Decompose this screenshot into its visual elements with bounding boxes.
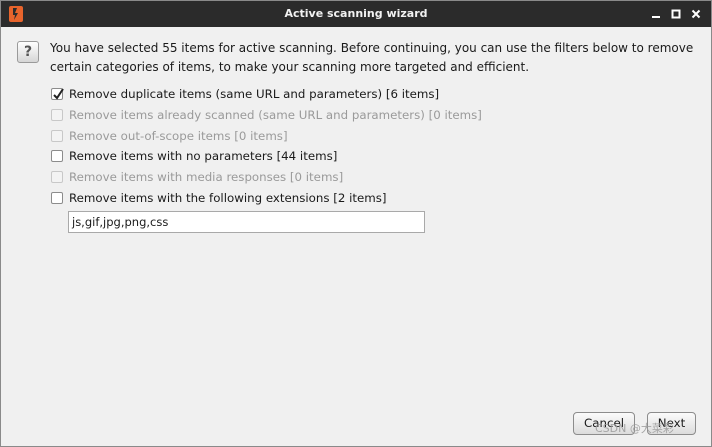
option-remove-duplicates[interactable]: Remove duplicate items (same URL and par… bbox=[51, 84, 482, 105]
checkbox-checked-icon[interactable] bbox=[51, 88, 64, 101]
minimize-icon[interactable] bbox=[647, 5, 665, 23]
option-label: Remove items with the following extensio… bbox=[69, 190, 387, 205]
filter-options: Remove duplicate items (same URL and par… bbox=[51, 84, 482, 208]
option-remove-no-parameters[interactable]: Remove items with no parameters [44 item… bbox=[51, 146, 482, 167]
checkbox-icon bbox=[51, 171, 63, 184]
option-label: Remove items already scanned (same URL a… bbox=[69, 108, 482, 123]
option-remove-already-scanned: Remove items already scanned (same URL a… bbox=[51, 105, 482, 126]
checkbox-icon bbox=[51, 109, 63, 122]
extensions-input[interactable]: js,gif,jpg,png,css bbox=[68, 211, 425, 233]
checkbox-icon[interactable] bbox=[51, 150, 63, 163]
question-icon: ? bbox=[17, 41, 39, 63]
option-label: Remove items with media responses [0 ite… bbox=[69, 170, 344, 185]
option-label: Remove out-of-scope items [0 items] bbox=[69, 128, 288, 143]
option-remove-extensions[interactable]: Remove items with the following extensio… bbox=[51, 187, 482, 208]
option-label: Remove duplicate items (same URL and par… bbox=[69, 87, 440, 102]
option-label: Remove items with no parameters [44 item… bbox=[69, 149, 338, 164]
watermark: CSDN @大菜彩 bbox=[595, 422, 674, 435]
checkbox-icon[interactable] bbox=[51, 191, 63, 204]
option-remove-media-responses: Remove items with media responses [0 ite… bbox=[51, 167, 482, 188]
window-title: Active scanning wizard bbox=[284, 7, 428, 20]
option-remove-out-of-scope: Remove out-of-scope items [0 items] bbox=[51, 125, 482, 146]
wizard-message: You have selected 55 items for active sc… bbox=[50, 41, 694, 74]
title-bar: Active scanning wizard bbox=[1, 1, 711, 27]
close-icon[interactable] bbox=[687, 5, 705, 23]
active-scanning-wizard-window: Active scanning wizard ? You have select… bbox=[0, 0, 712, 447]
checkbox-icon bbox=[51, 129, 63, 142]
maximize-icon[interactable] bbox=[667, 5, 685, 23]
